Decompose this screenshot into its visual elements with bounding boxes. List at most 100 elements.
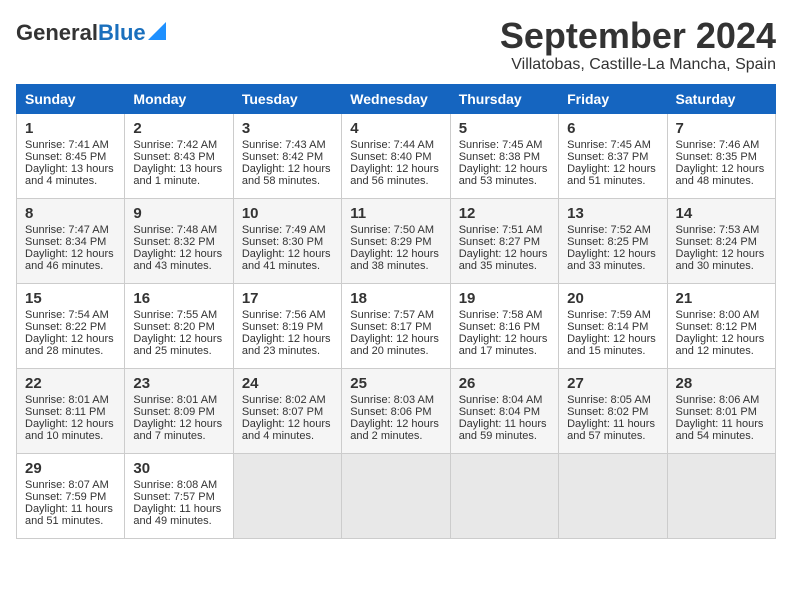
daylight-text: Daylight: 12 hours and 12 minutes. [676, 333, 765, 357]
sunset-text: Sunset: 8:17 PM [350, 321, 431, 333]
sunset-text: Sunset: 7:57 PM [133, 491, 214, 503]
page-container: General Blue September 2024 Villatobas, … [16, 16, 776, 539]
logo-general-text: General [16, 20, 98, 46]
header-sunday: Sunday [17, 84, 125, 113]
daylight-text: Daylight: 12 hours and 30 minutes. [676, 248, 765, 272]
sunrise-text: Sunrise: 8:07 AM [25, 479, 109, 491]
sunrise-text: Sunrise: 7:52 AM [567, 224, 651, 236]
header: General Blue September 2024 Villatobas, … [16, 16, 776, 74]
calendar-cell: 14Sunrise: 7:53 AMSunset: 8:24 PMDayligh… [667, 198, 775, 283]
calendar-cell: 3Sunrise: 7:43 AMSunset: 8:42 PMDaylight… [233, 113, 341, 198]
sunset-text: Sunset: 8:19 PM [242, 321, 323, 333]
daylight-text: Daylight: 12 hours and 41 minutes. [242, 248, 331, 272]
sunset-text: Sunset: 8:38 PM [459, 151, 540, 163]
daylight-text: Daylight: 12 hours and 10 minutes. [25, 418, 114, 442]
day-number: 16 [133, 290, 224, 307]
calendar-cell: 7Sunrise: 7:46 AMSunset: 8:35 PMDaylight… [667, 113, 775, 198]
sunset-text: Sunset: 8:35 PM [676, 151, 757, 163]
daylight-text: Daylight: 12 hours and 2 minutes. [350, 418, 439, 442]
sunset-text: Sunset: 8:22 PM [25, 321, 106, 333]
calendar-cell: 13Sunrise: 7:52 AMSunset: 8:25 PMDayligh… [559, 198, 667, 283]
day-number: 1 [25, 120, 116, 137]
day-number: 23 [133, 375, 224, 392]
day-number: 8 [25, 205, 116, 222]
calendar-cell: 2Sunrise: 7:42 AMSunset: 8:43 PMDaylight… [125, 113, 233, 198]
sunset-text: Sunset: 7:59 PM [25, 491, 106, 503]
calendar-title: September 2024 [500, 16, 776, 56]
sunset-text: Sunset: 8:02 PM [567, 406, 648, 418]
daylight-text: Daylight: 12 hours and 28 minutes. [25, 333, 114, 357]
day-number: 7 [676, 120, 767, 137]
sunset-text: Sunset: 8:09 PM [133, 406, 214, 418]
sunrise-text: Sunrise: 7:50 AM [350, 224, 434, 236]
day-number: 22 [25, 375, 116, 392]
sunset-text: Sunset: 8:24 PM [676, 236, 757, 248]
day-number: 24 [242, 375, 333, 392]
daylight-text: Daylight: 12 hours and 23 minutes. [242, 333, 331, 357]
logo-arrow-icon [148, 22, 166, 45]
sunrise-text: Sunrise: 7:47 AM [25, 224, 109, 236]
daylight-text: Daylight: 12 hours and 43 minutes. [133, 248, 222, 272]
daylight-text: Daylight: 12 hours and 46 minutes. [25, 248, 114, 272]
calendar-week-1: 1Sunrise: 7:41 AMSunset: 8:45 PMDaylight… [17, 113, 776, 198]
sunset-text: Sunset: 8:32 PM [133, 236, 214, 248]
sunset-text: Sunset: 8:14 PM [567, 321, 648, 333]
sunset-text: Sunset: 8:43 PM [133, 151, 214, 163]
sunrise-text: Sunrise: 7:56 AM [242, 309, 326, 321]
header-wednesday: Wednesday [342, 84, 450, 113]
calendar-cell: 15Sunrise: 7:54 AMSunset: 8:22 PMDayligh… [17, 283, 125, 368]
header-friday: Friday [559, 84, 667, 113]
calendar-cell [233, 453, 341, 538]
sunset-text: Sunset: 8:34 PM [25, 236, 106, 248]
daylight-text: Daylight: 11 hours and 49 minutes. [133, 503, 221, 527]
sunrise-text: Sunrise: 7:45 AM [459, 139, 543, 151]
calendar-cell: 9Sunrise: 7:48 AMSunset: 8:32 PMDaylight… [125, 198, 233, 283]
daylight-text: Daylight: 12 hours and 38 minutes. [350, 248, 439, 272]
calendar-cell [559, 453, 667, 538]
sunset-text: Sunset: 8:07 PM [242, 406, 323, 418]
calendar-cell: 23Sunrise: 8:01 AMSunset: 8:09 PMDayligh… [125, 368, 233, 453]
day-number: 3 [242, 120, 333, 137]
header-monday: Monday [125, 84, 233, 113]
calendar-subtitle: Villatobas, Castille-La Mancha, Spain [500, 56, 776, 74]
daylight-text: Daylight: 12 hours and 15 minutes. [567, 333, 656, 357]
sunrise-text: Sunrise: 7:43 AM [242, 139, 326, 151]
daylight-text: Daylight: 12 hours and 53 minutes. [459, 163, 548, 187]
day-number: 18 [350, 290, 441, 307]
header-thursday: Thursday [450, 84, 558, 113]
day-number: 12 [459, 205, 550, 222]
day-number: 29 [25, 460, 116, 477]
calendar-cell: 24Sunrise: 8:02 AMSunset: 8:07 PMDayligh… [233, 368, 341, 453]
day-number: 21 [676, 290, 767, 307]
daylight-text: Daylight: 12 hours and 20 minutes. [350, 333, 439, 357]
sunrise-text: Sunrise: 8:08 AM [133, 479, 217, 491]
calendar-cell: 11Sunrise: 7:50 AMSunset: 8:29 PMDayligh… [342, 198, 450, 283]
daylight-text: Daylight: 12 hours and 25 minutes. [133, 333, 222, 357]
calendar-week-2: 8Sunrise: 7:47 AMSunset: 8:34 PMDaylight… [17, 198, 776, 283]
logo: General Blue [16, 20, 166, 46]
day-number: 19 [459, 290, 550, 307]
day-number: 13 [567, 205, 658, 222]
calendar-cell: 28Sunrise: 8:06 AMSunset: 8:01 PMDayligh… [667, 368, 775, 453]
daylight-text: Daylight: 12 hours and 17 minutes. [459, 333, 548, 357]
header-saturday: Saturday [667, 84, 775, 113]
daylight-text: Daylight: 12 hours and 35 minutes. [459, 248, 548, 272]
sunrise-text: Sunrise: 7:55 AM [133, 309, 217, 321]
calendar-cell [667, 453, 775, 538]
calendar-cell: 10Sunrise: 7:49 AMSunset: 8:30 PMDayligh… [233, 198, 341, 283]
calendar-cell [342, 453, 450, 538]
daylight-text: Daylight: 12 hours and 7 minutes. [133, 418, 222, 442]
day-number: 30 [133, 460, 224, 477]
calendar-cell: 8 Sunrise: 7:47 AMSunset: 8:34 PMDaylight… [17, 198, 125, 283]
calendar-week-3: 15Sunrise: 7:54 AMSunset: 8:22 PMDayligh… [17, 283, 776, 368]
calendar-cell: 5Sunrise: 7:45 AMSunset: 8:38 PMDaylight… [450, 113, 558, 198]
calendar-cell: 27Sunrise: 8:05 AMSunset: 8:02 PMDayligh… [559, 368, 667, 453]
calendar-cell: 22Sunrise: 8:01 AMSunset: 8:11 PMDayligh… [17, 368, 125, 453]
sunset-text: Sunset: 8:45 PM [25, 151, 106, 163]
sunrise-text: Sunrise: 7:53 AM [676, 224, 760, 236]
sunrise-text: Sunrise: 7:57 AM [350, 309, 434, 321]
calendar-week-4: 22Sunrise: 8:01 AMSunset: 8:11 PMDayligh… [17, 368, 776, 453]
day-number: 17 [242, 290, 333, 307]
calendar-cell: 19Sunrise: 7:58 AMSunset: 8:16 PMDayligh… [450, 283, 558, 368]
daylight-text: Daylight: 11 hours and 51 minutes. [25, 503, 113, 527]
